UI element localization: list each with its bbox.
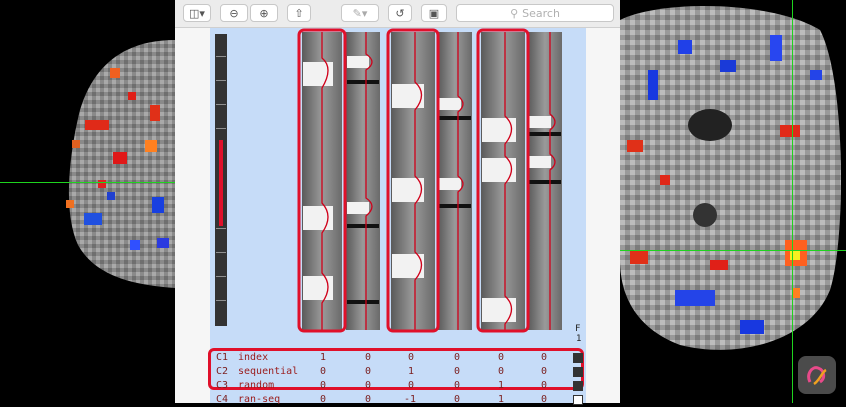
crosshair-horizontal-left xyxy=(0,182,175,183)
contrast-value: 0 xyxy=(320,394,327,405)
column-label-top: F xyxy=(575,324,580,334)
design-columns xyxy=(302,32,562,330)
rotate-icon: ↺ xyxy=(395,6,405,20)
toolbox-button[interactable]: ▣ xyxy=(421,4,447,22)
contrast-value: 0 xyxy=(408,380,415,391)
sidebar-toggle-button[interactable]: ◫▾ xyxy=(183,4,211,22)
search-icon: ⚲ xyxy=(510,6,519,20)
contrast-value: 1 xyxy=(320,352,327,363)
sidebar-icon: ◫▾ xyxy=(189,6,205,20)
crosshair-horizontal-right xyxy=(620,250,846,251)
contrast-value: 0 xyxy=(498,366,505,377)
search-input[interactable]: ⚲ Search xyxy=(456,4,614,22)
rotate-button[interactable]: ↺ xyxy=(388,4,412,22)
brain-slice-left[interactable] xyxy=(0,0,175,403)
contrast-value: 1 xyxy=(498,380,505,391)
share-button[interactable]: ⇧ xyxy=(287,4,311,22)
zoom-in-icon: ⊕ xyxy=(259,6,269,20)
contrast-id: C4 xyxy=(216,394,229,405)
contrast-id: C1 xyxy=(216,352,229,363)
contrast-name: ran-seq xyxy=(238,394,281,405)
design-matrix-canvas: F 1 xyxy=(210,28,586,345)
contrast-name: sequential xyxy=(238,366,299,377)
contrast-value: 0 xyxy=(320,366,327,377)
zoom-out-icon: ⊖ xyxy=(229,6,239,20)
markup-button[interactable]: ✎▾ xyxy=(341,4,379,22)
contrast-value: 0 xyxy=(320,380,327,391)
contrast-value: 0 xyxy=(365,380,372,391)
zoom-in-button[interactable]: ⊕ xyxy=(250,4,278,22)
contrast-id: C3 xyxy=(216,380,229,391)
contrast-value: 0 xyxy=(454,380,461,391)
contrast-checkbox[interactable] xyxy=(573,353,583,363)
contrast-name: random xyxy=(238,380,275,391)
contrast-value: 0 xyxy=(541,394,548,405)
column-label-bottom: 1 xyxy=(576,334,581,344)
search-placeholder: Search xyxy=(522,6,560,20)
crosshair-vertical-right xyxy=(792,0,793,403)
contrast-value: 0 xyxy=(541,366,548,377)
contrast-value: 0 xyxy=(541,352,548,363)
contrast-name: index xyxy=(238,352,269,363)
preview-window: ◫▾ ⊖ ⊕ ⇧ ✎▾ ↺ ▣ ⚲ Search F 1 C1 index 1 … xyxy=(175,0,620,405)
contrast-value: 0 xyxy=(454,366,461,377)
contrast-row[interactable]: C1 index 1 0 0 0 0 0 xyxy=(210,351,586,365)
pen-icon: ✎▾ xyxy=(352,6,368,20)
contrast-value: 0 xyxy=(365,394,372,405)
contrast-value: 0 xyxy=(454,394,461,405)
share-icon: ⇧ xyxy=(294,6,304,20)
contrast-checkbox[interactable] xyxy=(573,367,583,377)
contrast-value: 0 xyxy=(365,352,372,363)
logo-icon xyxy=(807,366,827,386)
contrast-row[interactable]: C4 ran-seq 0 0 -1 0 1 0 xyxy=(210,393,586,407)
app-logo xyxy=(798,356,836,394)
contrast-checkbox[interactable] xyxy=(573,381,583,391)
contrast-value: 1 xyxy=(408,366,415,377)
contrast-value: 0 xyxy=(454,352,461,363)
contrast-value: 0 xyxy=(541,380,548,391)
toolbar: ◫▾ ⊖ ⊕ ⇧ ✎▾ ↺ ▣ ⚲ Search xyxy=(175,0,620,28)
contrast-value: 0 xyxy=(408,352,415,363)
toolbox-icon: ▣ xyxy=(428,6,440,20)
contrast-row[interactable]: C2 sequential 0 0 1 0 0 0 xyxy=(210,365,586,379)
brain-slice-right[interactable] xyxy=(620,0,846,403)
contrast-value: 0 xyxy=(365,366,372,377)
contrast-row[interactable]: C3 random 0 0 0 0 1 0 xyxy=(210,379,586,393)
contrast-value: 1 xyxy=(498,394,505,405)
contrast-value: -1 xyxy=(404,394,417,405)
contrast-table: C1 index 1 0 0 0 0 0 C2 sequential 0 0 1 0 0 0 C3 random 0… xyxy=(208,345,586,405)
contrast-value: 0 xyxy=(498,352,505,363)
contrast-checkbox[interactable] xyxy=(573,395,583,405)
zoom-out-button[interactable]: ⊖ xyxy=(220,4,248,22)
contrast-id: C2 xyxy=(216,366,229,377)
design-matrix-image: F 1 xyxy=(215,28,581,344)
